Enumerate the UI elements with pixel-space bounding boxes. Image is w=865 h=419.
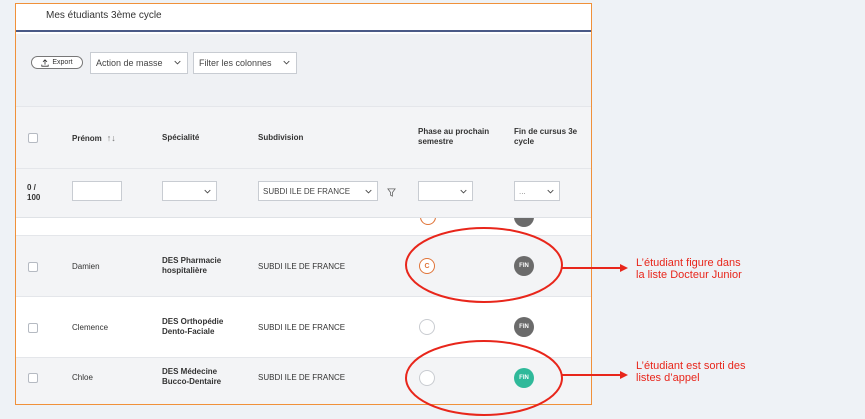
toolbar: Export Action de masse Filter les colonn…	[16, 34, 591, 106]
column-header-fin-cursus: Fin de cursus 3e cycle	[514, 127, 577, 147]
specialite-line1: DES Médecine	[162, 367, 218, 376]
specialite-line2: Bucco-Dentaire	[162, 377, 222, 386]
screenshot-stage: Mes étudiants 3ème cycle Export Action d…	[0, 0, 865, 419]
column-header-specialite: Spécialité	[162, 133, 200, 142]
column-header-phase: Phase au prochain semestre	[418, 127, 489, 147]
fin-badge: FIN	[514, 317, 534, 337]
arrow-head-2	[620, 371, 628, 379]
table-row[interactable]: Damien DES Pharmacie hospitalière SUBDI …	[16, 236, 591, 297]
fin-badge-label: FIN	[519, 263, 529, 269]
cell-specialite: DES Pharmacie hospitalière	[162, 256, 221, 276]
fin-badge: FIN	[514, 256, 534, 276]
funnel-icon[interactable]	[387, 188, 396, 197]
table-row[interactable]: Clemence DES Orthopédie Dento-Faciale SU…	[16, 297, 591, 358]
note1-line1: L’étudiant figure dans	[636, 257, 741, 269]
phase-indicator: C	[419, 258, 435, 274]
column-header-subdivision: Subdivision	[258, 133, 304, 142]
cell-prenom: Clemence	[72, 323, 109, 332]
subdivision-filter-value: SUBDI ILE DE FRANCE	[263, 186, 351, 196]
prenom-filter-input[interactable]	[72, 181, 122, 201]
table-row[interactable]: Chloe DES Médecine Bucco-Dentaire SUBDI …	[16, 358, 591, 404]
fin-header-line2: cycle	[514, 137, 535, 146]
cell-specialite: DES Orthopédie Dento-Faciale	[162, 317, 223, 337]
row-checkbox[interactable]	[28, 373, 38, 383]
specialite-line2: Dento-Faciale	[162, 327, 215, 336]
annotation-note-1: L’étudiant figure dans la liste Docteur …	[636, 257, 742, 281]
count-line1: 0 /	[27, 183, 36, 192]
mass-action-label: Action de masse	[96, 58, 163, 68]
chevron-down-icon	[365, 189, 372, 194]
specialite-line1: DES Pharmacie	[162, 256, 222, 265]
select-all-checkbox[interactable]	[28, 133, 38, 143]
row-checkbox[interactable]	[28, 262, 38, 272]
export-button[interactable]: Export	[31, 56, 83, 69]
columns-filter-label: Filter les colonnes	[199, 58, 272, 68]
upload-icon	[41, 58, 49, 67]
tab-bar: Mes étudiants 3ème cycle	[16, 4, 591, 32]
prenom-header-label: Prénom	[72, 134, 102, 143]
chevron-down-icon	[283, 60, 290, 65]
tab-title[interactable]: Mes étudiants 3ème cycle	[46, 10, 162, 21]
subdivision-filter-select[interactable]: SUBDI ILE DE FRANCE	[258, 181, 378, 201]
row-checkbox[interactable]	[28, 323, 38, 333]
fin-badge	[514, 218, 534, 227]
phase-header-line2: semestre	[418, 137, 454, 146]
fin-filter-value: ...	[519, 186, 526, 196]
chevron-down-icon	[547, 189, 554, 194]
selection-count: 0 / 100	[27, 183, 40, 203]
cell-subdivision: SUBDI ILE DE FRANCE	[258, 373, 346, 382]
fin-badge-label: FIN	[519, 375, 529, 381]
table-row-partial	[16, 218, 591, 236]
columns-filter-dropdown[interactable]: Filter les colonnes	[193, 52, 297, 74]
fin-badge-label: FIN	[519, 324, 529, 330]
cell-prenom: Chloe	[72, 373, 93, 382]
cell-subdivision: SUBDI ILE DE FRANCE	[258, 262, 346, 271]
phase-filter-select[interactable]	[418, 181, 473, 201]
column-header-prenom[interactable]: Prénom ↑↓	[72, 133, 116, 144]
specialite-filter-select[interactable]	[162, 181, 217, 201]
phase-header-line1: Phase au prochain	[418, 127, 490, 136]
note2-line1: L’étudiant est sorti des	[636, 360, 746, 372]
filter-row: 0 / 100 SUBDI ILE DE FRANCE ...	[16, 168, 591, 218]
cell-subdivision: SUBDI ILE DE FRANCE	[258, 323, 346, 332]
cell-specialite: DES Médecine Bucco-Dentaire	[162, 367, 221, 387]
chevron-down-icon	[174, 60, 181, 65]
specialite-line2: hospitalière	[162, 266, 207, 275]
export-label: Export	[52, 59, 73, 66]
cell-prenom: Damien	[72, 262, 100, 271]
mass-action-dropdown[interactable]: Action de masse	[90, 52, 188, 74]
fin-header-line1: Fin de cursus 3e	[514, 127, 578, 136]
fin-filter-select[interactable]: ...	[514, 181, 560, 201]
sort-icon[interactable]: ↑↓	[107, 133, 116, 143]
arrow-head-1	[620, 264, 628, 272]
table-header: Prénom ↑↓ Spécialité Subdivision Phase au…	[16, 106, 591, 168]
chevron-down-icon	[204, 189, 211, 194]
annotation-note-2: L’étudiant est sorti des listes d’appel	[636, 360, 745, 384]
phase-indicator	[420, 218, 436, 225]
phase-indicator	[419, 370, 435, 386]
specialite-line1: DES Orthopédie	[162, 317, 224, 326]
phase-indicator	[419, 319, 435, 335]
chevron-down-icon	[460, 189, 467, 194]
note1-line2: la liste Docteur Junior	[636, 269, 742, 281]
count-line2: 100	[27, 193, 41, 202]
students-panel: Mes étudiants 3ème cycle Export Action d…	[15, 3, 592, 405]
fin-badge: FIN	[514, 368, 534, 388]
note2-line2: listes d’appel	[636, 372, 700, 384]
